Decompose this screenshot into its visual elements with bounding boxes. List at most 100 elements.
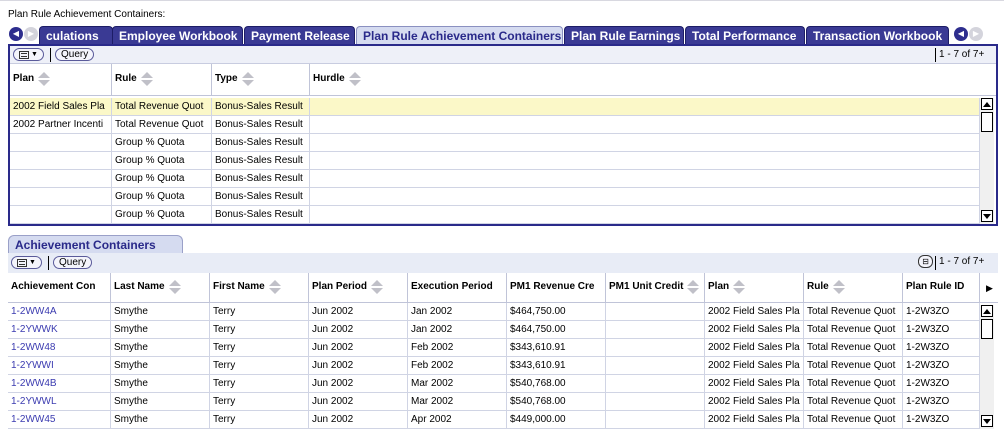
column-header-pm1-unit-credit[interactable]: PM1 Unit Credit — [606, 273, 705, 303]
achievement-link[interactable]: 1-2YWWI — [8, 357, 111, 375]
table-row[interactable]: 1-2YWWI Smythe Terry Jun 2002 Feb 2002 $343,6… — [8, 357, 980, 375]
table-row[interactable]: 1-2YWWL Smythe Terry Jun 2002 Mar 2002 $540,7… — [8, 393, 980, 411]
table-cell: Terry — [210, 303, 309, 321]
scroll-down-button[interactable] — [981, 210, 993, 222]
table-cell: $540,768.00 — [507, 375, 606, 393]
table-cell: Terry — [210, 411, 309, 429]
sort-icon[interactable] — [37, 72, 51, 86]
achievement-link[interactable]: 1-2WW4A — [8, 303, 111, 321]
table-cell — [310, 116, 980, 134]
upper-menu-button[interactable]: ▼ — [13, 48, 44, 61]
column-header-type[interactable]: Type — [212, 64, 310, 96]
tab-employee-workbook[interactable]: Employee Workbook — [112, 26, 243, 44]
tab-scroll-left-icon[interactable]: ◀ — [9, 27, 23, 41]
table-row[interactable]: 2002 Partner Incenti Total Revenue Quot Bo… — [10, 116, 980, 134]
achievement-link[interactable]: 1-2WW4B — [8, 375, 111, 393]
table-row[interactable]: 1-2WW4B Smythe Terry Jun 2002 Mar 2002 $540,7… — [8, 375, 980, 393]
table-cell — [10, 206, 112, 224]
sort-icon[interactable] — [168, 280, 182, 294]
scroll-up-button[interactable] — [981, 98, 993, 110]
table-row[interactable]: Group % Quota Bonus-Sales Result — [10, 206, 980, 224]
scroll-thumb[interactable] — [981, 112, 993, 132]
tab-scroll-left-disabled-icon: ▶ — [24, 27, 38, 41]
table-row[interactable]: Group % Quota Bonus-Sales Result — [10, 170, 980, 188]
scroll-up-button[interactable] — [981, 305, 993, 317]
tab-plan-rule-achievement-containers[interactable]: Plan Rule Achievement Containers — [356, 26, 563, 45]
sort-icon[interactable] — [832, 280, 846, 294]
table-row[interactable]: 1-2YWWK Smythe Terry Jun 2002 Jan 2002 $464,7… — [8, 321, 980, 339]
table-cell: Smythe — [111, 411, 210, 429]
table-cell: Feb 2002 — [408, 357, 507, 375]
tab-transaction-workbook[interactable]: Transaction Workbook — [806, 26, 949, 44]
column-header-plan-period[interactable]: Plan Period — [309, 273, 408, 303]
column-header-plan[interactable]: Plan — [10, 64, 112, 96]
table-cell: $464,750.00 — [507, 321, 606, 339]
tab-payment-release[interactable]: Payment Release — [244, 26, 355, 44]
column-header-plan-rule-id[interactable]: Plan Rule ID — [903, 273, 980, 303]
table-cell — [606, 339, 705, 357]
sort-icon[interactable] — [370, 280, 384, 294]
column-header-label: Plan Period — [312, 281, 368, 292]
menu-icon — [19, 50, 29, 59]
record-navigator-icon[interactable]: ⊟ — [918, 255, 933, 268]
column-header-pm1-revenue-credit[interactable]: PM1 Revenue Cre — [507, 273, 606, 303]
column-header-execution-period[interactable]: Execution Period — [408, 273, 507, 303]
sort-icon[interactable] — [348, 72, 362, 86]
table-cell: Jun 2002 — [309, 393, 408, 411]
column-header-first-name[interactable]: First Name — [210, 273, 309, 303]
tab-scroll-right-icon[interactable]: ◀ — [954, 27, 968, 41]
table-cell: $464,750.00 — [507, 303, 606, 321]
column-header-label: PM1 Revenue Cre — [510, 281, 595, 292]
column-header-plan[interactable]: Plan — [705, 273, 804, 303]
achievement-containers-applet: ▼ Query ⊟ 1 - 7 of 7+ Achievement Con La… — [8, 253, 998, 431]
tab-total-performance[interactable]: Total Performance — [685, 26, 805, 44]
table-cell: Total Revenue Quot — [804, 411, 903, 429]
table-cell: 1-2W3ZO — [903, 357, 980, 375]
tab-plan-rule-earnings[interactable]: Plan Rule Earnings — [564, 26, 684, 44]
achievement-link[interactable]: 1-2WW48 — [8, 339, 111, 357]
achievement-link[interactable]: 1-2YWWL — [8, 393, 111, 411]
table-cell: Apr 2002 — [408, 411, 507, 429]
tab-calculations[interactable]: culations — [39, 26, 113, 44]
table-cell: 1-2W3ZO — [903, 393, 980, 411]
table-row[interactable]: Group % Quota Bonus-Sales Result — [10, 152, 980, 170]
lower-menu-button[interactable]: ▼ — [11, 256, 42, 269]
sort-icon[interactable] — [140, 72, 154, 86]
sort-icon[interactable] — [732, 280, 746, 294]
column-header-rule[interactable]: Rule — [804, 273, 903, 303]
page-title: Plan Rule Achievement Containers: — [8, 9, 166, 20]
table-cell: Jan 2002 — [408, 303, 507, 321]
table-cell: Total Revenue Quot — [112, 116, 212, 134]
lower-vertical-scrollbar[interactable] — [980, 305, 994, 429]
chevron-down-icon: ▼ — [31, 51, 38, 58]
table-cell: Jun 2002 — [309, 321, 408, 339]
table-row[interactable]: 2002 Field Sales Pla Total Revenue Quot Bo… — [10, 98, 980, 116]
achievement-link[interactable]: 1-2YWWK — [8, 321, 111, 339]
sort-icon[interactable] — [241, 72, 255, 86]
table-row[interactable]: Group % Quota Bonus-Sales Result — [10, 134, 980, 152]
lower-query-button[interactable]: Query — [53, 256, 93, 269]
sort-icon[interactable] — [268, 280, 282, 294]
table-cell: Jun 2002 — [309, 339, 408, 357]
column-header-label: Execution Period — [411, 281, 493, 292]
upper-vertical-scrollbar[interactable] — [980, 98, 994, 224]
scroll-columns-right-icon[interactable]: ▶ — [986, 283, 993, 294]
achievement-link[interactable]: 1-2WW45 — [8, 411, 111, 429]
table-row[interactable]: 1-2WW48 Smythe Terry Jun 2002 Feb 2002 $343,6… — [8, 339, 980, 357]
sort-icon[interactable] — [686, 280, 700, 294]
table-cell: Bonus-Sales Result — [212, 188, 310, 206]
count-separator — [935, 48, 936, 62]
table-row[interactable]: 1-2WW4A Smythe Terry Jun 2002 Jan 2002 $464,7… — [8, 303, 980, 321]
column-header-achievement-container[interactable]: Achievement Con — [8, 273, 111, 303]
table-cell: Terry — [210, 357, 309, 375]
scroll-thumb[interactable] — [981, 319, 993, 339]
upper-query-button[interactable]: Query — [55, 48, 95, 61]
column-header-last-name[interactable]: Last Name — [111, 273, 210, 303]
table-row[interactable]: 1-2WW45 Smythe Terry Jun 2002 Apr 2002 $449,0… — [8, 411, 980, 429]
column-header-hurdle[interactable]: Hurdle — [310, 64, 982, 96]
table-cell: 2002 Field Sales Pla — [705, 339, 804, 357]
table-cell: 2002 Field Sales Pla — [705, 303, 804, 321]
scroll-down-button[interactable] — [981, 415, 993, 427]
column-header-rule[interactable]: Rule — [112, 64, 212, 96]
table-row[interactable]: Group % Quota Bonus-Sales Result — [10, 188, 980, 206]
